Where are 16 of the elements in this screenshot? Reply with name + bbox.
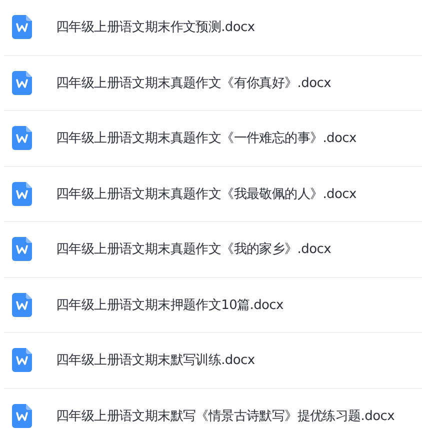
file-name[interactable]: 四年级上册语文期末真题作文《我的家乡》.docx [56, 240, 331, 258]
file-name[interactable]: 四年级上册语文期末默写《情景古诗默写》提优练习题.docx [56, 406, 394, 425]
file-name[interactable]: 四年级上册语文期末默写训练.docx [56, 351, 255, 370]
word-document-icon [12, 237, 32, 262]
word-document-icon [12, 182, 32, 206]
word-document-icon [12, 126, 32, 150]
word-document-icon [12, 15, 32, 40]
file-name[interactable]: 四年级上册语文期末真题作文《一件难忘的事》.docx [56, 129, 356, 148]
file-name[interactable]: 四年级上册语文期末作文预测.docx [56, 18, 255, 36]
file-name[interactable]: 四年级上册语文期末真题作文《有你真好》.docx [56, 74, 331, 92]
file-name[interactable]: 四年级上册语文期末押题作文10篇.docx [56, 296, 284, 314]
word-document-icon [12, 292, 32, 317]
word-document-icon [12, 404, 32, 428]
word-document-icon [12, 348, 32, 372]
word-document-icon [12, 70, 32, 95]
file-name[interactable]: 四年级上册语文期末真题作文《我最敬佩的人》.docx [56, 184, 356, 203]
